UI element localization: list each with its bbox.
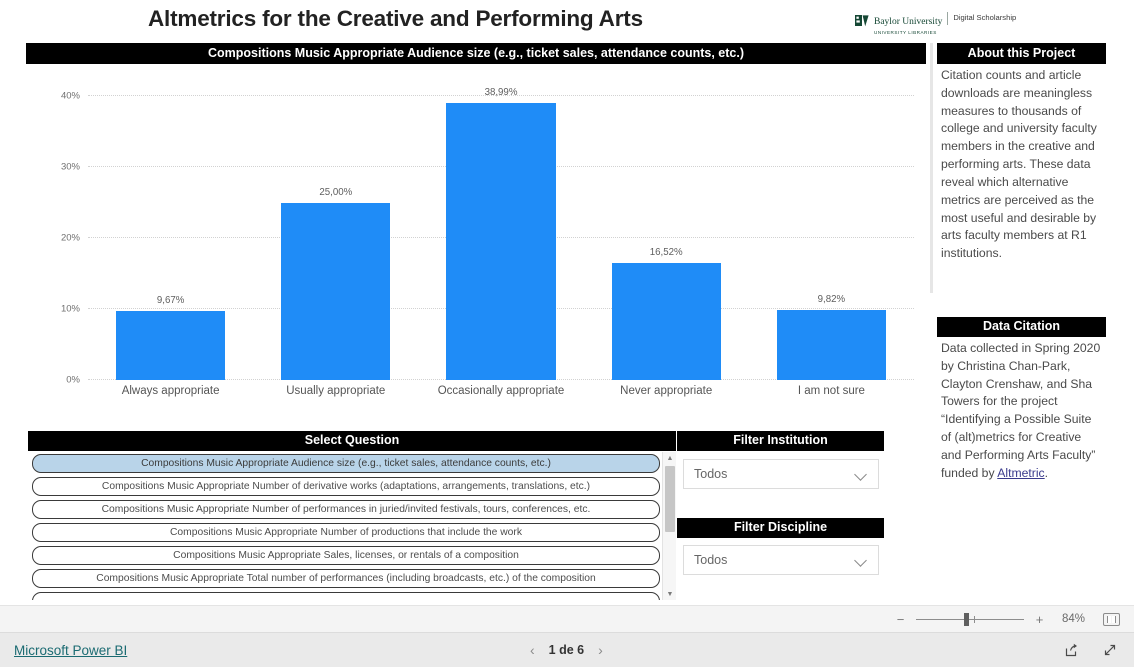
- chart-plot-area: 0% 10% 20% 30% 40% 9,67% 25,00% 38,99% 16,52% 9,8…: [61, 82, 914, 386]
- filter-discipline-value: Todos: [694, 553, 728, 567]
- chevron-down-icon[interactable]: [855, 468, 868, 481]
- question-list-scrollbar[interactable]: ▲ ▼: [662, 452, 676, 600]
- x-axis-category-label: Always appropriate: [121, 385, 220, 397]
- zoom-slider-handle[interactable]: [964, 612, 969, 626]
- brand-divider: [947, 12, 949, 25]
- data-citation-header: Data Citation: [937, 317, 1106, 337]
- chart-bar-value-label: 9,82%: [817, 294, 846, 306]
- chart-x-axis: Always appropriate Usually appropriate Occ…: [88, 384, 914, 399]
- about-project-body: Citation counts and article downloads ar…: [941, 68, 1097, 261]
- share-icon[interactable]: [1064, 642, 1080, 658]
- question-list-item[interactable]: Compositions Music Appropriate Number of…: [32, 523, 660, 542]
- y-axis-tick-label: 0%: [66, 374, 80, 386]
- zoom-slider-rail: [916, 618, 1024, 620]
- bar-chart-visual[interactable]: 0% 10% 20% 30% 40% 9,67% 25,00% 38,99% 16,52% 9,8…: [26, 64, 926, 429]
- data-citation-body: Data collected in Spring 2020 by Christi…: [941, 340, 1104, 483]
- y-axis-tick-label: 30%: [60, 161, 80, 173]
- scrollbar-thumb[interactable]: [665, 466, 675, 532]
- chart-bar-cell[interactable]: 9,82%: [749, 82, 914, 380]
- chart-bar[interactable]: 16,52%: [611, 247, 721, 380]
- report-footer-bar: Microsoft Power BI ‹ 1 de 6 ›: [0, 632, 1134, 667]
- previous-page-button[interactable]: ‹: [530, 642, 535, 658]
- zoom-slider[interactable]: [916, 612, 1024, 626]
- select-question-header: Select Question: [28, 431, 676, 451]
- question-list-item[interactable]: Compositions Music Appropriate Sales, li…: [32, 546, 660, 565]
- y-axis-tick-label: 10%: [60, 303, 80, 315]
- filter-discipline-dropdown[interactable]: Todos: [683, 545, 879, 575]
- chart-bar[interactable]: 9,67%: [116, 295, 226, 380]
- chart-bar[interactable]: 9,82%: [776, 294, 886, 380]
- chart-bar-cell[interactable]: 9,67%: [88, 82, 253, 380]
- select-question-slicer[interactable]: Compositions Music Appropriate Audience …: [28, 452, 676, 600]
- x-axis-category-label: I am not sure: [797, 385, 865, 397]
- x-axis-category-label: Never appropriate: [620, 385, 713, 397]
- brand-text: Baylor University UNIVERSITY LIBRARIES D…: [874, 11, 1016, 35]
- report-canvas: Altmetrics for the Creative and Performi…: [0, 0, 1134, 605]
- page-indicator: 1 de 6: [548, 643, 585, 657]
- filter-institution-header: Filter Institution: [677, 431, 884, 451]
- brand-unit: Digital Scholarship: [953, 13, 1017, 22]
- fit-to-page-icon[interactable]: [1103, 612, 1120, 626]
- microsoft-power-bi-link[interactable]: Microsoft Power BI: [14, 643, 127, 658]
- chart-bar-cell[interactable]: 16,52%: [584, 82, 749, 380]
- chart-bar-value-label: 25,00%: [319, 186, 353, 198]
- x-axis-category-label: Occasionally appropriate: [437, 385, 565, 397]
- y-axis-tick-label: 20%: [60, 232, 80, 244]
- question-item-list: Compositions Music Appropriate Audience …: [28, 452, 662, 600]
- chart-bar-value-label: 9,67%: [156, 295, 185, 307]
- question-list-item[interactable]: Compositions Music Appropriate Number of…: [32, 500, 660, 519]
- zoom-control-bar: − + 84%: [0, 605, 1134, 632]
- question-list-item[interactable]: [32, 592, 660, 600]
- next-page-button[interactable]: ›: [598, 642, 603, 658]
- y-axis-tick-label: 40%: [60, 90, 80, 102]
- filter-institution-dropdown[interactable]: Todos: [683, 459, 879, 489]
- citation-text-after-link: .: [1044, 465, 1049, 480]
- brand-name: Baylor University: [874, 17, 943, 27]
- zoom-out-button[interactable]: −: [895, 612, 906, 627]
- filter-discipline-header: Filter Discipline: [677, 518, 884, 538]
- x-axis-category-label: Usually appropriate: [286, 385, 386, 397]
- brand-name-block: Baylor University UNIVERSITY LIBRARIES: [874, 11, 942, 35]
- triangle-down-icon[interactable]: ▼: [663, 588, 676, 600]
- chart-bar-cell[interactable]: 25,00%: [253, 82, 418, 380]
- chart-bar-cell[interactable]: 38,99%: [418, 82, 583, 380]
- page-title: Altmetrics for the Creative and Performi…: [148, 6, 643, 31]
- zoom-slider-notch: [974, 615, 975, 623]
- chevron-down-icon[interactable]: [855, 554, 868, 567]
- chart-bar[interactable]: 25,00%: [281, 187, 391, 380]
- page-navigation: ‹ 1 de 6 ›: [530, 642, 603, 658]
- question-list-item[interactable]: Compositions Music Appropriate Number of…: [32, 477, 660, 496]
- chart-title-bar: Compositions Music Appropriate Audience …: [26, 43, 926, 64]
- report-title-row: Altmetrics for the Creative and Performi…: [0, 0, 1134, 42]
- zoom-percent-label: 84%: [1061, 613, 1085, 625]
- sidebar-divider-top: [930, 43, 933, 293]
- power-bi-report-viewer: Altmetrics for the Creative and Performi…: [0, 0, 1134, 667]
- filter-institution-value: Todos: [694, 467, 728, 481]
- zoom-in-button[interactable]: +: [1034, 612, 1045, 627]
- question-list-item[interactable]: Compositions Music Appropriate Audience …: [32, 454, 660, 473]
- baylor-brand-logo: Baylor University UNIVERSITY LIBRARIES D…: [855, 11, 1016, 35]
- triangle-up-icon[interactable]: ▲: [663, 452, 676, 464]
- altmetric-link[interactable]: Altmetric: [997, 466, 1044, 480]
- footer-actions: [1064, 642, 1118, 658]
- chart-bar[interactable]: 38,99%: [446, 87, 556, 380]
- brand-sub: UNIVERSITY LIBRARIES: [874, 30, 937, 35]
- about-project-header: About this Project: [937, 43, 1106, 64]
- baylor-bear-logo-icon: [855, 15, 870, 31]
- citation-text-before-link: Data collected in Spring 2020 by Christi…: [941, 341, 1101, 480]
- chart-bar-value-label: 38,99%: [484, 87, 518, 99]
- fullscreen-icon[interactable]: [1102, 642, 1118, 658]
- chart-bar-value-label: 16,52%: [649, 246, 683, 258]
- question-list-item[interactable]: Compositions Music Appropriate Total num…: [32, 569, 660, 588]
- chart-bars: 9,67% 25,00% 38,99% 16,52% 9,82%: [88, 82, 914, 380]
